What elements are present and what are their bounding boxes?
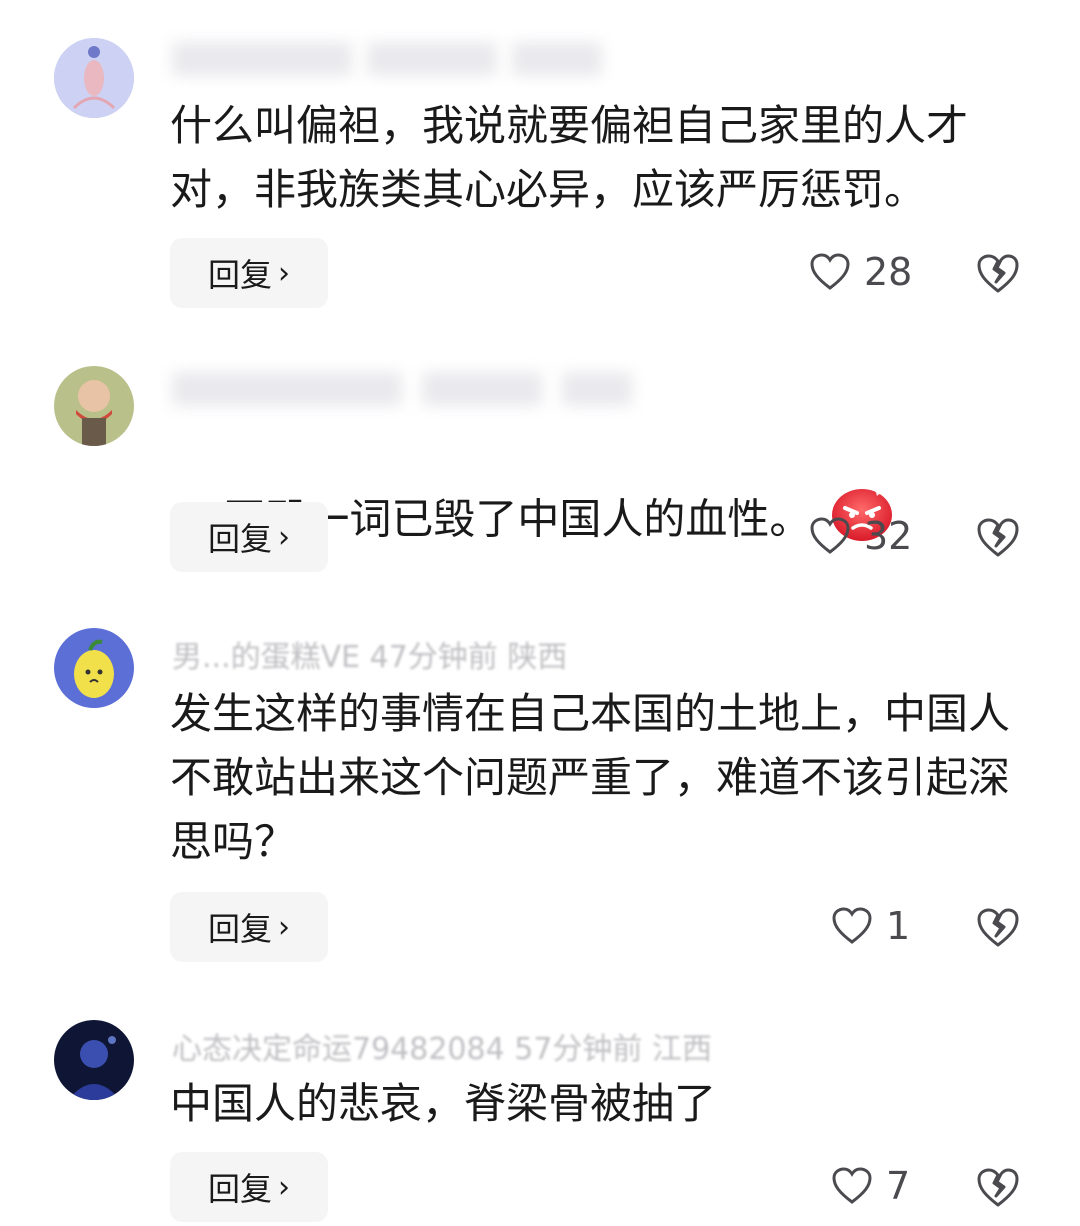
avatar-image [54,628,134,708]
avatar[interactable] [54,38,134,118]
comment-item: 互殴一词已毁了中国人的血性。 回复 › 32 [0,330,1080,610]
comment-meta: 心态决定命运79482084 57分钟前 江西 [172,1032,712,1067]
reply-button[interactable]: 回复 › [170,502,328,572]
reply-label: 回复 [207,256,272,294]
like-count: 1 [886,904,911,948]
broken-heart-icon[interactable] [976,1166,1020,1210]
reply-label: 回复 [207,1170,272,1208]
chevron-right-icon: › [278,909,290,945]
like-button[interactable]: 7 [832,1158,910,1214]
reply-button[interactable]: 回复 › [170,892,328,962]
comment-meta [172,372,642,416]
comment-item: 心态决定命运79482084 57分钟前 江西 中国人的悲哀，脊梁骨被抽了 回复… [0,1000,1080,1226]
avatar-image [54,366,134,446]
chevron-right-icon: › [278,255,290,291]
broken-heart-icon[interactable] [976,252,1020,296]
chevron-right-icon: › [278,1169,290,1205]
like-button[interactable]: 28 [810,244,912,300]
avatar[interactable] [54,628,134,708]
reply-button[interactable]: 回复 › [170,238,328,308]
like-button[interactable]: 1 [832,898,910,954]
avatar[interactable] [54,1020,134,1100]
avatar[interactable] [54,366,134,446]
broken-heart-icon[interactable] [976,906,1020,950]
comment-meta: 男...的蛋糕VE 47分钟前 陕西 [172,640,568,675]
comment-item: 男...的蛋糕VE 47分钟前 陕西 发生这样的事情在自己本国的土地上，中国人不… [0,610,1080,1000]
avatar-image [54,1020,134,1100]
like-count: 32 [864,514,913,558]
heart-outline-icon [832,1167,872,1204]
heart-outline-icon [810,517,850,554]
comment-text: 中国人的悲哀，脊梁骨被抽了 [170,1079,717,1128]
like-count: 28 [864,250,913,294]
reply-label: 回复 [207,910,272,948]
chevron-right-icon: › [278,519,290,555]
reply-button[interactable]: 回复 › [170,1152,328,1222]
heart-outline-icon [832,907,872,944]
comment-text: 什么叫偏袒，我说就要偏袒自己家里的人才对，非我族类其心必异，应该严厉惩罚。 [170,101,969,214]
comment-meta [172,42,632,86]
comment-text: 发生这样的事情在自己本国的土地上，中国人不敢站出来这个问题严重了，难道不该引起深… [170,689,1011,866]
like-count: 7 [886,1164,911,1208]
reply-label: 回复 [207,520,272,558]
heart-outline-icon [810,253,850,290]
avatar-image [54,38,134,118]
like-button[interactable]: 32 [810,508,912,564]
comment-item: 什么叫偏袒，我说就要偏袒自己家里的人才对，非我族类其心必异，应该严厉惩罚。 回复… [0,0,1080,330]
broken-heart-icon[interactable] [976,516,1020,560]
